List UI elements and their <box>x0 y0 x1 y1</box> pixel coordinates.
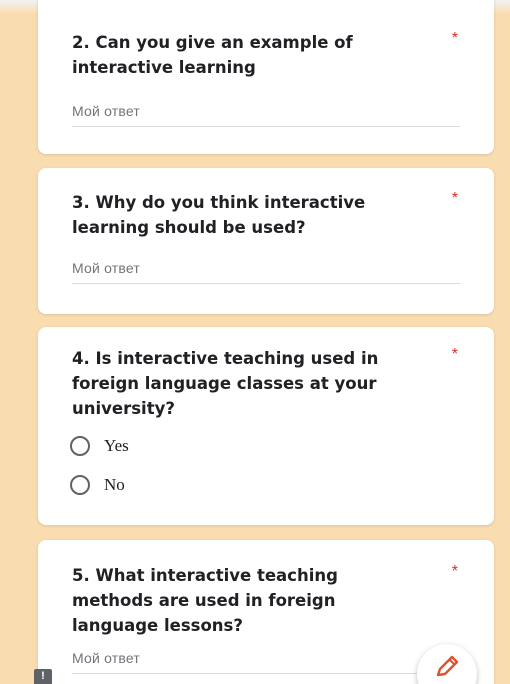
question-title-line: 2. Can you give an example of <box>72 33 353 52</box>
answer-input-5[interactable]: Мой ответ <box>72 650 460 674</box>
question-title-line: 3. Why do you think interactive <box>72 193 366 212</box>
radio-option-no[interactable]: No <box>70 472 125 498</box>
radio-option-yes[interactable]: Yes <box>70 433 129 459</box>
question-title-line: methods are used in foreign <box>72 591 336 610</box>
question-title-line: foreign language classes at your <box>72 374 377 393</box>
question-card-2: 2. Can you give an example of interactiv… <box>38 0 494 154</box>
question-title-line: university? <box>72 399 175 418</box>
pencil-icon <box>436 655 459 677</box>
option-label: No <box>104 475 125 494</box>
question-title-line: language lessons? <box>72 616 243 635</box>
option-label: Yes <box>104 436 129 455</box>
answer-placeholder: Мой ответ <box>72 260 141 276</box>
exclamation-icon: ! <box>41 670 45 682</box>
question-title-line: interactive learning <box>72 58 256 77</box>
question-title-2: 2. Can you give an example of interactiv… <box>72 30 434 80</box>
required-asterisk: * <box>451 346 458 363</box>
radio-button[interactable] <box>70 436 90 456</box>
answer-input-3[interactable]: Мой ответ <box>72 260 460 284</box>
radio-button[interactable] <box>70 475 90 495</box>
question-title-line: learning should be used? <box>72 218 306 237</box>
question-card-3: 3. Why do you think interactive learning… <box>38 168 494 314</box>
required-asterisk: * <box>451 190 458 207</box>
question-title-5: 5. What interactive teaching methods are… <box>72 563 434 638</box>
required-asterisk: * <box>451 30 458 47</box>
answer-input-2[interactable]: Мой ответ <box>72 103 460 127</box>
question-title-line: 5. What interactive teaching <box>72 566 338 585</box>
report-problem-button[interactable]: ! <box>34 669 52 684</box>
answer-placeholder: Мой ответ <box>72 650 141 666</box>
question-card-4: 4. Is interactive teaching used in forei… <box>38 327 494 525</box>
question-title-line: 4. Is interactive teaching used in <box>72 349 379 368</box>
required-asterisk: * <box>451 563 458 580</box>
question-title-3: 3. Why do you think interactive learning… <box>72 190 434 240</box>
answer-placeholder: Мой ответ <box>72 103 141 119</box>
question-title-4: 4. Is interactive teaching used in forei… <box>72 346 434 421</box>
